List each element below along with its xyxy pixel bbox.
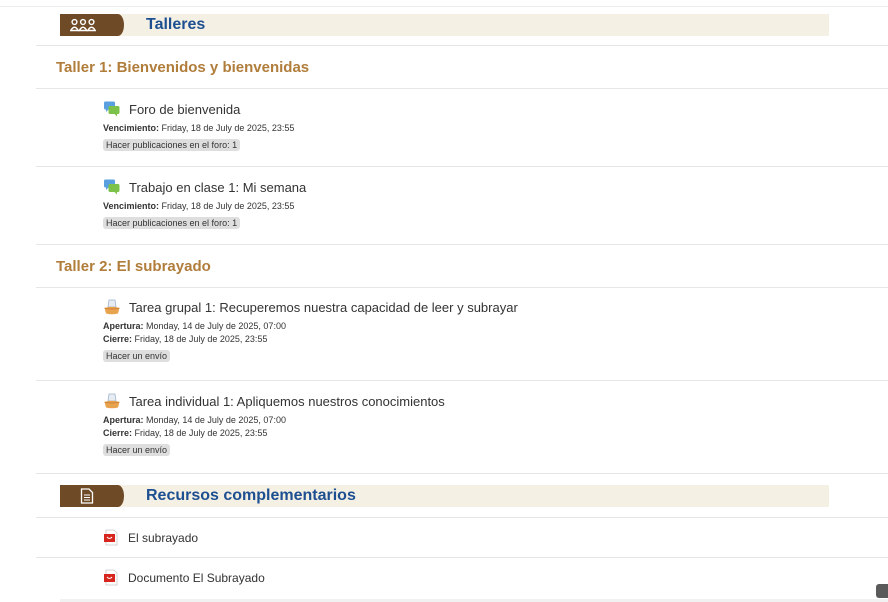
section-title-taller-2[interactable]: Taller 2: El subrayado — [56, 258, 211, 275]
forum-icon — [103, 100, 121, 118]
talleres-banner: Talleres — [60, 14, 829, 36]
divider — [36, 166, 888, 167]
banner-tab — [60, 14, 124, 36]
completion-badge: Hacer publicaciones en el foro: 1 — [103, 217, 241, 229]
completion-badge: Hacer un envío — [103, 444, 171, 456]
divider — [36, 45, 888, 46]
close-date: Cierre: Friday, 18 de July de 2025, 23:5… — [103, 428, 268, 438]
recursos-banner: Recursos complementarios — [60, 485, 829, 507]
divider — [36, 517, 888, 518]
pdf-icon — [103, 529, 119, 547]
divider — [36, 88, 888, 89]
divider — [36, 287, 888, 288]
open-date: Apertura: Monday, 14 de July de 2025, 07… — [103, 321, 286, 331]
banner-tab — [60, 485, 124, 507]
assignment-icon — [103, 392, 121, 410]
activity-name[interactable]: Trabajo en clase 1: Mi semana — [129, 180, 306, 195]
activity-foro-bienvenida: Foro de bienvenida Vencimiento: Friday, … — [103, 100, 294, 153]
divider — [36, 244, 888, 245]
top-divider — [0, 6, 888, 7]
open-date: Apertura: Monday, 14 de July de 2025, 07… — [103, 415, 286, 425]
due-date: Vencimiento: Friday, 18 de July de 2025,… — [103, 123, 295, 133]
activity-name[interactable]: Foro de bienvenida — [129, 102, 240, 117]
activity-name[interactable]: Tarea individual 1: Apliquemos nuestros … — [129, 394, 445, 409]
document-icon — [80, 488, 94, 504]
resource-name[interactable]: El subrayado — [128, 531, 198, 545]
banner-title: Talleres — [146, 16, 206, 33]
divider — [36, 473, 888, 474]
pdf-icon — [103, 569, 119, 587]
activity-name[interactable]: Tarea grupal 1: Recuperemos nuestra capa… — [129, 300, 518, 315]
people-group-icon — [70, 18, 96, 32]
dates: Apertura: Monday, 14 de July de 2025, 07… — [103, 414, 445, 440]
assignment-icon — [103, 298, 121, 316]
forum-icon — [103, 178, 121, 196]
resource-name[interactable]: Documento El Subrayado — [128, 571, 265, 585]
resource-documento-el-subrayado[interactable]: Documento El Subrayado — [103, 569, 265, 587]
close-date: Cierre: Friday, 18 de July de 2025, 23:5… — [103, 334, 268, 344]
section-title-taller-1[interactable]: Taller 1: Bienvenidos y bienvenidas — [56, 59, 309, 76]
resource-el-subrayado[interactable]: El subrayado — [103, 529, 198, 547]
divider — [36, 557, 888, 558]
completion-badge: Hacer un envío — [103, 350, 171, 362]
completion-badge: Hacer publicaciones en el foro: 1 — [103, 139, 241, 151]
due-date: Vencimiento: Friday, 18 de July de 2025,… — [103, 201, 295, 211]
activity-tarea-grupal-1: Tarea grupal 1: Recuperemos nuestra capa… — [103, 298, 518, 364]
activity-trabajo-clase-1: Trabajo en clase 1: Mi semana Vencimient… — [103, 178, 306, 231]
banner-title: Recursos complementarios — [146, 487, 356, 504]
divider — [36, 380, 888, 381]
dates: Apertura: Monday, 14 de July de 2025, 07… — [103, 320, 518, 346]
scroll-handle[interactable] — [876, 584, 888, 598]
activity-tarea-individual-1: Tarea individual 1: Apliquemos nuestros … — [103, 392, 445, 458]
